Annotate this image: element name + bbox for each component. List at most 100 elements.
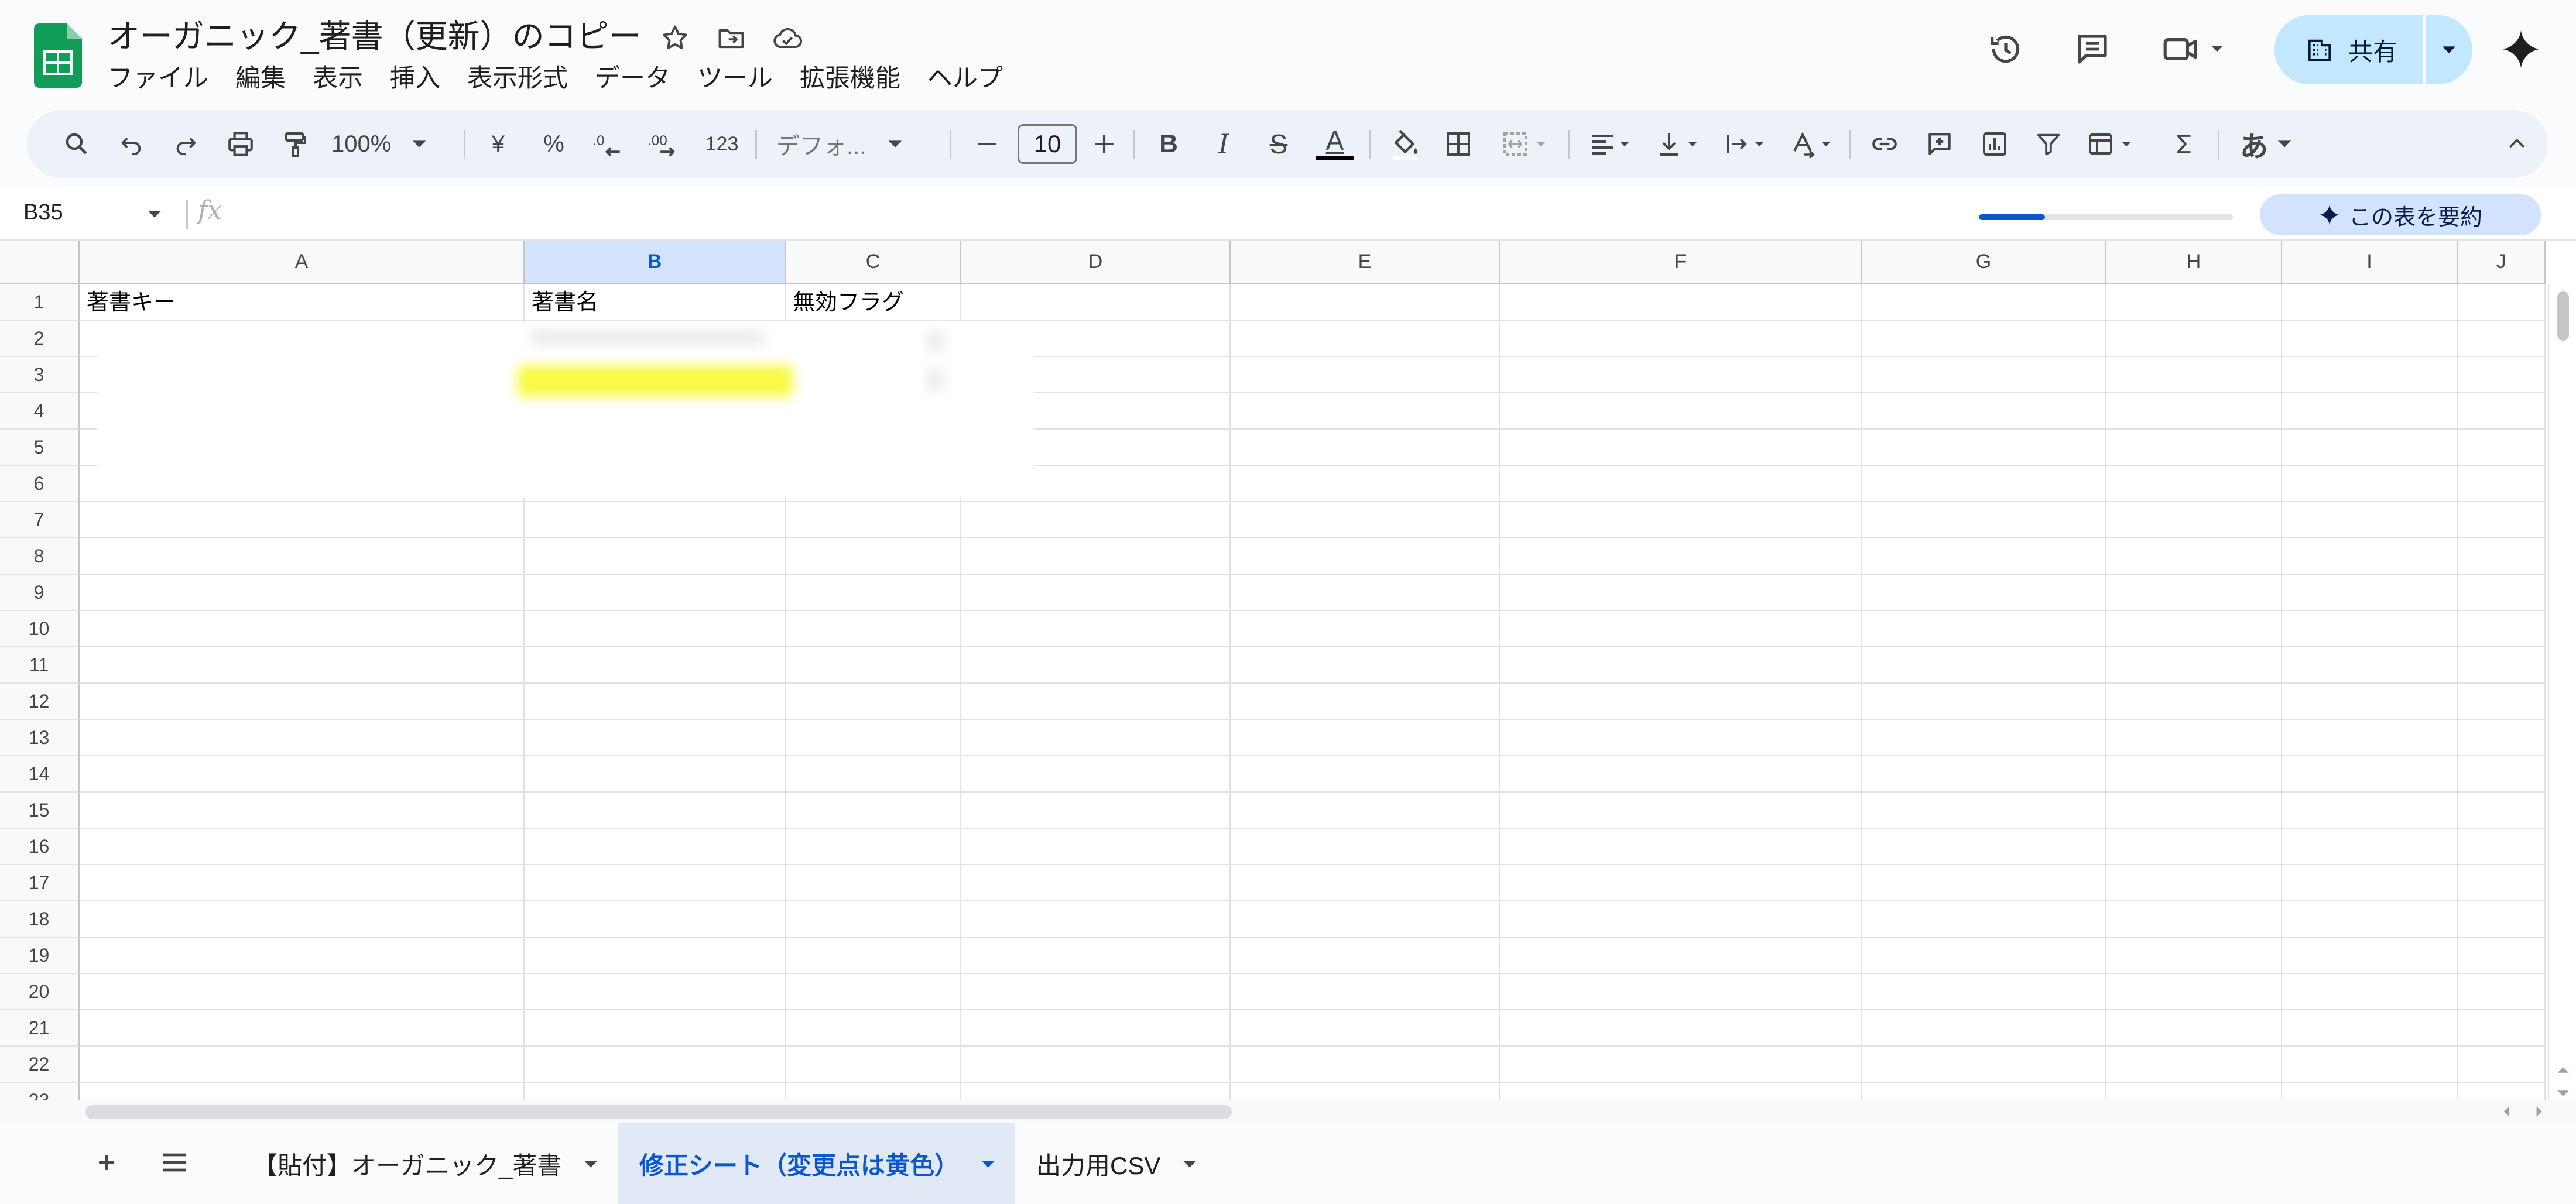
menu-data[interactable]: データ bbox=[595, 59, 684, 98]
increase-font-size-button[interactable] bbox=[1081, 110, 1128, 178]
menu-help[interactable]: ヘルプ bbox=[927, 59, 1017, 98]
row-header-13[interactable]: 13 bbox=[0, 720, 80, 756]
redacted-cell-C2[interactable] bbox=[927, 331, 944, 351]
paint-format-icon[interactable] bbox=[269, 110, 322, 178]
decrease-decimal-button[interactable]: .0 bbox=[583, 110, 636, 178]
add-sheet-icon[interactable] bbox=[82, 1138, 131, 1187]
borders-icon[interactable] bbox=[1432, 110, 1485, 178]
vertical-scroll-thumb[interactable] bbox=[2557, 291, 2569, 341]
row-header-17[interactable]: 17 bbox=[0, 865, 80, 901]
row-header-22[interactable]: 22 bbox=[0, 1047, 80, 1083]
row-header-2[interactable]: 2 bbox=[0, 321, 80, 357]
column-header-b[interactable]: B bbox=[525, 241, 786, 284]
meet-icon[interactable] bbox=[2154, 21, 2236, 77]
percent-format-button[interactable]: % bbox=[530, 110, 577, 178]
formula-input[interactable] bbox=[246, 194, 1944, 234]
insert-comment-icon[interactable] bbox=[1913, 110, 1966, 178]
font-family-select[interactable]: デフォ... bbox=[776, 110, 940, 178]
name-box-dropdown-icon[interactable] bbox=[146, 206, 163, 225]
menu-format[interactable]: 表示形式 bbox=[467, 59, 582, 98]
row-header-6[interactable]: 6 bbox=[0, 466, 80, 502]
bold-button[interactable]: B bbox=[1145, 110, 1192, 178]
menu-insert[interactable]: 挿入 bbox=[390, 59, 454, 98]
input-tools-button[interactable]: あ bbox=[2228, 110, 2304, 178]
share-button[interactable]: 共有 bbox=[2274, 15, 2472, 84]
chevron-down-icon[interactable] bbox=[583, 1156, 599, 1172]
column-header-d[interactable]: D bbox=[961, 241, 1231, 284]
increase-decimal-button[interactable]: .00 bbox=[639, 110, 692, 178]
version-history-icon[interactable] bbox=[1978, 21, 2034, 77]
row-header-1[interactable]: 1 bbox=[0, 284, 80, 321]
highlighted-cell-B3[interactable] bbox=[518, 365, 793, 397]
redo-icon[interactable] bbox=[159, 110, 212, 178]
row-header-20[interactable]: 20 bbox=[0, 974, 80, 1010]
star-icon[interactable] bbox=[656, 19, 694, 57]
text-color-button[interactable]: A bbox=[1307, 110, 1363, 178]
redacted-cell-B2[interactable] bbox=[530, 330, 765, 344]
row-header-7[interactable]: 7 bbox=[0, 502, 80, 538]
menu-extensions[interactable]: 拡張機能 bbox=[800, 59, 914, 98]
functions-icon[interactable] bbox=[2158, 110, 2211, 178]
decrease-font-size-button[interactable] bbox=[964, 110, 1010, 178]
menu-file[interactable]: ファイル bbox=[108, 59, 222, 98]
more-formats-button[interactable]: 123 bbox=[696, 110, 748, 178]
currency-format-button[interactable]: ¥ bbox=[478, 110, 519, 178]
print-icon[interactable] bbox=[214, 110, 267, 178]
row-header-14[interactable]: 14 bbox=[0, 756, 80, 793]
cell-A1[interactable]: 著書キー bbox=[80, 284, 176, 321]
share-dropdown-icon[interactable] bbox=[2426, 15, 2472, 84]
horizontal-scrollbar[interactable] bbox=[0, 1100, 2576, 1123]
filter-icon[interactable] bbox=[2022, 110, 2075, 178]
fill-color-icon[interactable] bbox=[1377, 110, 1433, 178]
sheet-tab-csv[interactable]: 出力用CSV bbox=[1021, 1123, 1208, 1204]
row-header-16[interactable]: 16 bbox=[0, 829, 80, 865]
row-header-19[interactable]: 19 bbox=[0, 938, 80, 974]
row-header-21[interactable]: 21 bbox=[0, 1010, 80, 1047]
chevron-down-icon[interactable] bbox=[980, 1156, 996, 1172]
column-header-j[interactable]: J bbox=[2458, 241, 2546, 284]
italic-button[interactable]: I bbox=[1200, 110, 1247, 178]
row-header-11[interactable]: 11 bbox=[0, 647, 80, 684]
scroll-right-arrow-icon[interactable] bbox=[2533, 1105, 2546, 1118]
row-header-15[interactable]: 15 bbox=[0, 793, 80, 829]
cloud-saved-icon[interactable] bbox=[768, 19, 807, 57]
summarize-table-button[interactable]: この表を要約 bbox=[2260, 194, 2541, 235]
collapse-toolbar-icon[interactable] bbox=[2491, 110, 2543, 178]
sheets-logo-icon[interactable] bbox=[34, 23, 82, 88]
sheet-tab-paste[interactable]: 【貼付】オーガニック_著書 bbox=[238, 1123, 607, 1204]
vertical-scrollbar[interactable] bbox=[2548, 284, 2576, 1113]
menu-edit[interactable]: 編集 bbox=[235, 59, 300, 98]
column-header-g[interactable]: G bbox=[1862, 241, 2106, 284]
insert-link-icon[interactable] bbox=[1858, 110, 1911, 178]
cell-C1[interactable]: 無効フラグ bbox=[786, 284, 904, 321]
row-header-5[interactable]: 5 bbox=[0, 430, 80, 466]
row-header-9[interactable]: 9 bbox=[0, 575, 80, 611]
column-header-h[interactable]: H bbox=[2106, 241, 2282, 284]
document-title[interactable]: オーガニック_著書（更新）のコピー bbox=[108, 15, 641, 57]
row-header-8[interactable]: 8 bbox=[0, 538, 80, 575]
comments-icon[interactable] bbox=[2064, 21, 2121, 77]
spreadsheet-grid[interactable]: ABCDEFGHIJ 1 2 3 4 5 6 7 8 9 10 11 12 13 14 15 16 17 18 19… bbox=[0, 241, 2576, 1113]
menu-view[interactable]: 表示 bbox=[313, 59, 377, 98]
row-header-18[interactable]: 18 bbox=[0, 901, 80, 938]
insert-chart-icon[interactable] bbox=[1968, 110, 2021, 178]
column-header-f[interactable]: F bbox=[1500, 241, 1862, 284]
scroll-up-arrow-icon[interactable] bbox=[2556, 1063, 2570, 1077]
sheet-tab-correction[interactable]: 修正シート（変更点は黄色） bbox=[618, 1123, 1015, 1204]
strikethrough-button[interactable]: S bbox=[1255, 110, 1302, 178]
undo-icon[interactable] bbox=[105, 110, 158, 178]
scroll-down-arrow-icon[interactable] bbox=[2556, 1086, 2570, 1100]
text-rotation-icon[interactable] bbox=[1780, 110, 1844, 178]
row-header-12[interactable]: 12 bbox=[0, 684, 80, 720]
row-header-3[interactable]: 3 bbox=[0, 357, 80, 393]
select-all-corner[interactable] bbox=[0, 241, 80, 284]
cell-B1[interactable]: 著書名 bbox=[525, 284, 598, 321]
text-wrapping-icon[interactable] bbox=[1713, 110, 1777, 178]
menu-tools[interactable]: ツール bbox=[697, 59, 787, 98]
column-header-c[interactable]: C bbox=[786, 241, 961, 284]
zoom-select[interactable]: 100% bbox=[331, 110, 448, 178]
column-header-e[interactable]: E bbox=[1231, 241, 1500, 284]
font-size-input[interactable]: 10 bbox=[1018, 124, 1077, 164]
gemini-sparkle-icon[interactable] bbox=[2493, 21, 2549, 77]
search-menus-icon[interactable] bbox=[50, 110, 103, 178]
